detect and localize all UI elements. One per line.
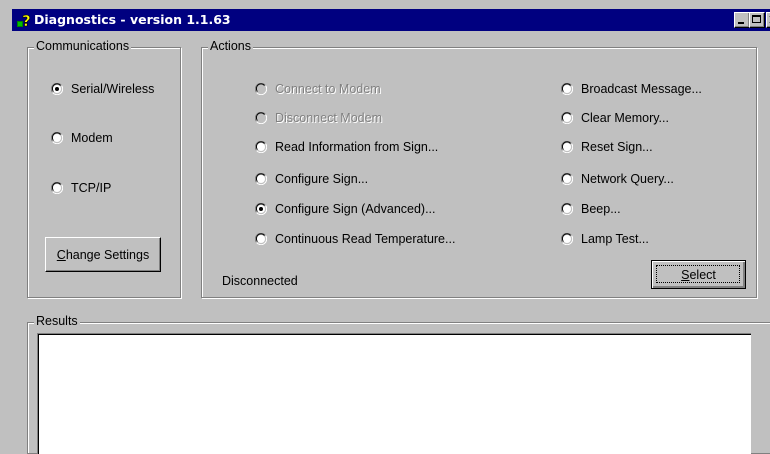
action-network-query-label: Network Query...: [581, 172, 674, 186]
radio-unchecked-icon[interactable]: [50, 181, 64, 195]
action-connect-to-modem: Connect to Modem: [254, 81, 381, 97]
diagnostics-window: ? Diagnostics - version 1.1.63 Communica…: [0, 0, 770, 454]
comm-option-modem[interactable]: Modem: [50, 130, 113, 146]
comm-option-tcp-ip[interactable]: TCP/IP: [50, 180, 112, 196]
action-configure-sign-label: Configure Sign...: [275, 172, 369, 186]
action-configure-sign-advanced[interactable]: Configure Sign (Advanced)...: [254, 201, 436, 217]
maximize-button[interactable]: [749, 12, 765, 28]
comm-option-serial-wireless[interactable]: Serial/Wireless: [50, 81, 155, 97]
action-continuous-read-temperature-label: Continuous Read Temperature...: [275, 232, 456, 246]
radio-unchecked-icon[interactable]: [560, 111, 574, 125]
minimize-button[interactable]: [734, 12, 750, 28]
title-bar[interactable]: ? Diagnostics - version 1.1.63: [12, 9, 770, 31]
action-beep-label: Beep...: [581, 202, 621, 216]
radio-checked-icon[interactable]: [50, 82, 64, 96]
select-button[interactable]: Select: [651, 260, 746, 289]
radio-unchecked-icon[interactable]: [50, 131, 64, 145]
action-disconnect-modem: Disconnect Modem: [254, 110, 382, 126]
radio-unchecked-icon: [254, 82, 268, 96]
action-network-query[interactable]: Network Query...: [560, 171, 674, 187]
select-label: Select: [681, 267, 716, 282]
action-reset-sign[interactable]: Reset Sign...: [560, 139, 653, 155]
action-read-information-from-sign-label: Read Information from Sign...: [275, 140, 439, 154]
change-settings-label: Change Settings: [56, 247, 150, 262]
results-textbox[interactable]: [37, 333, 751, 454]
action-configure-sign-advanced-label: Configure Sign (Advanced)...: [275, 202, 436, 216]
results-legend: Results: [34, 314, 80, 328]
comm-option-tcp-ip-label: TCP/IP: [71, 181, 112, 195]
action-lamp-test[interactable]: Lamp Test...: [560, 231, 649, 247]
radio-unchecked-icon[interactable]: [560, 232, 574, 246]
comm-option-modem-label: Modem: [71, 131, 113, 145]
action-clear-memory[interactable]: Clear Memory...: [560, 110, 669, 126]
radio-unchecked-icon[interactable]: [254, 140, 268, 154]
action-broadcast-message-label: Broadcast Message...: [581, 82, 702, 96]
close-button[interactable]: [766, 12, 770, 28]
communications-legend: Communications: [34, 39, 132, 53]
action-broadcast-message[interactable]: Broadcast Message...: [560, 81, 702, 97]
radio-unchecked-icon[interactable]: [254, 172, 268, 186]
action-reset-sign-label: Reset Sign...: [581, 140, 653, 154]
radio-unchecked-icon[interactable]: [560, 82, 574, 96]
window-title: Diagnostics - version 1.1.63: [34, 12, 231, 27]
action-configure-sign[interactable]: Configure Sign...: [254, 171, 369, 187]
radio-unchecked-icon[interactable]: [254, 232, 268, 246]
actions-legend: Actions: [208, 39, 253, 53]
action-beep[interactable]: Beep...: [560, 201, 621, 217]
action-clear-memory-label: Clear Memory...: [581, 111, 669, 125]
connection-status: Disconnected: [222, 274, 298, 288]
action-disconnect-modem-label: Disconnect Modem: [275, 111, 382, 125]
action-lamp-test-label: Lamp Test...: [581, 232, 649, 246]
action-connect-to-modem-label: Connect to Modem: [275, 82, 381, 96]
svg-text:?: ?: [22, 12, 31, 28]
action-continuous-read-temperature[interactable]: Continuous Read Temperature...: [254, 231, 456, 247]
radio-unchecked-icon[interactable]: [560, 140, 574, 154]
radio-unchecked-icon[interactable]: [560, 202, 574, 216]
question-mark-app-icon[interactable]: ?: [16, 12, 32, 30]
change-settings-button[interactable]: Change Settings: [45, 237, 161, 272]
radio-unchecked-icon: [254, 111, 268, 125]
radio-checked-icon[interactable]: [254, 202, 268, 216]
comm-option-serial-wireless-label: Serial/Wireless: [71, 82, 155, 96]
radio-unchecked-icon[interactable]: [560, 172, 574, 186]
action-read-information-from-sign[interactable]: Read Information from Sign...: [254, 139, 439, 155]
